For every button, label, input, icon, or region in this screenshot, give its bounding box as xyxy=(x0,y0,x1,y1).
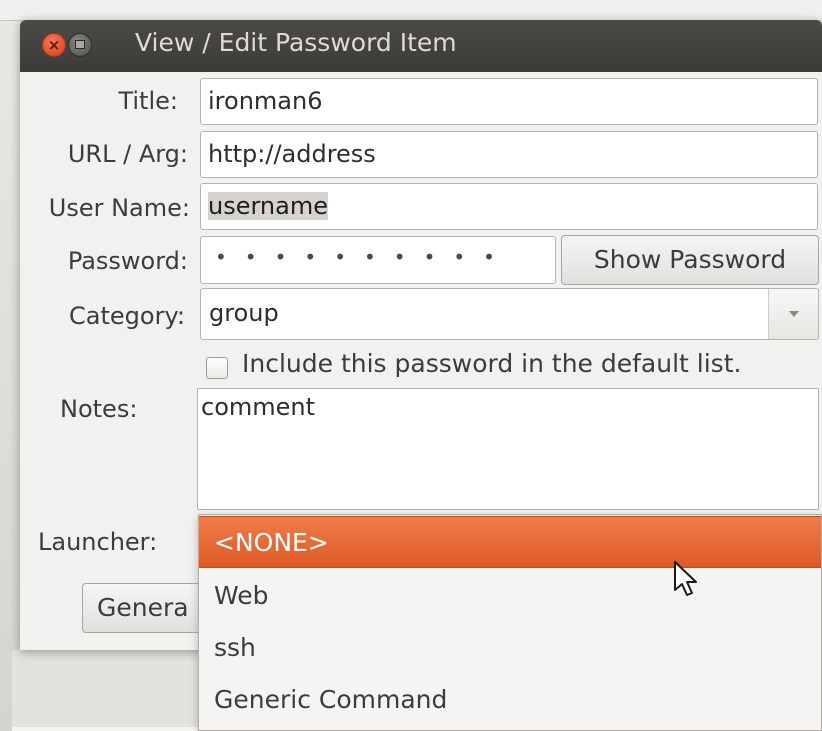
category-label: Category: xyxy=(69,302,185,330)
chevron-down-icon xyxy=(789,311,799,317)
title-field[interactable]: ironman6 xyxy=(200,78,818,125)
username-field[interactable]: username xyxy=(200,183,818,230)
password-field-value: •••••••••• xyxy=(215,245,513,269)
launcher-option-generic-command[interactable]: Generic Command xyxy=(199,674,821,726)
close-icon: × xyxy=(47,36,61,54)
username-field-value: username xyxy=(208,192,328,220)
url-field[interactable]: http://address xyxy=(200,131,818,178)
notes-label: Notes: xyxy=(60,395,138,423)
title-field-value: ironman6 xyxy=(208,87,323,115)
minimize-button[interactable] xyxy=(68,33,92,57)
url-label: URL / Arg: xyxy=(67,140,188,168)
show-password-button[interactable]: Show Password xyxy=(561,235,819,285)
include-default-label[interactable]: Include this password in the default lis… xyxy=(242,349,741,378)
launcher-label: Launcher: xyxy=(38,528,158,556)
url-field-value: http://address xyxy=(208,140,376,168)
username-label: User Name: xyxy=(48,194,190,222)
launcher-option-none[interactable]: <NONE> xyxy=(199,516,821,568)
notes-textarea[interactable]: comment xyxy=(197,388,819,510)
background-toolbar xyxy=(0,0,822,21)
minimize-icon xyxy=(75,40,85,49)
password-field[interactable]: •••••••••• xyxy=(200,236,556,284)
title-label: Title: xyxy=(118,87,178,115)
include-default-checkbox[interactable] xyxy=(206,357,228,379)
password-label: Password: xyxy=(67,247,188,275)
category-combobox[interactable]: group xyxy=(200,288,819,340)
launcher-option-web[interactable]: Web xyxy=(199,570,821,622)
category-combobox-value: group xyxy=(209,299,279,327)
close-button[interactable]: × xyxy=(42,33,66,57)
notes-textarea-value: comment xyxy=(201,393,316,421)
window-title: View / Edit Password Item xyxy=(135,28,457,57)
mouse-pointer-icon xyxy=(674,561,697,596)
launcher-dropdown-list[interactable]: <NONE> Web ssh Generic Command xyxy=(198,514,822,731)
title-bar[interactable]: × View / Edit Password Item xyxy=(20,20,822,72)
launcher-option-ssh[interactable]: ssh xyxy=(199,622,821,674)
category-dropdown-button[interactable] xyxy=(768,289,818,339)
